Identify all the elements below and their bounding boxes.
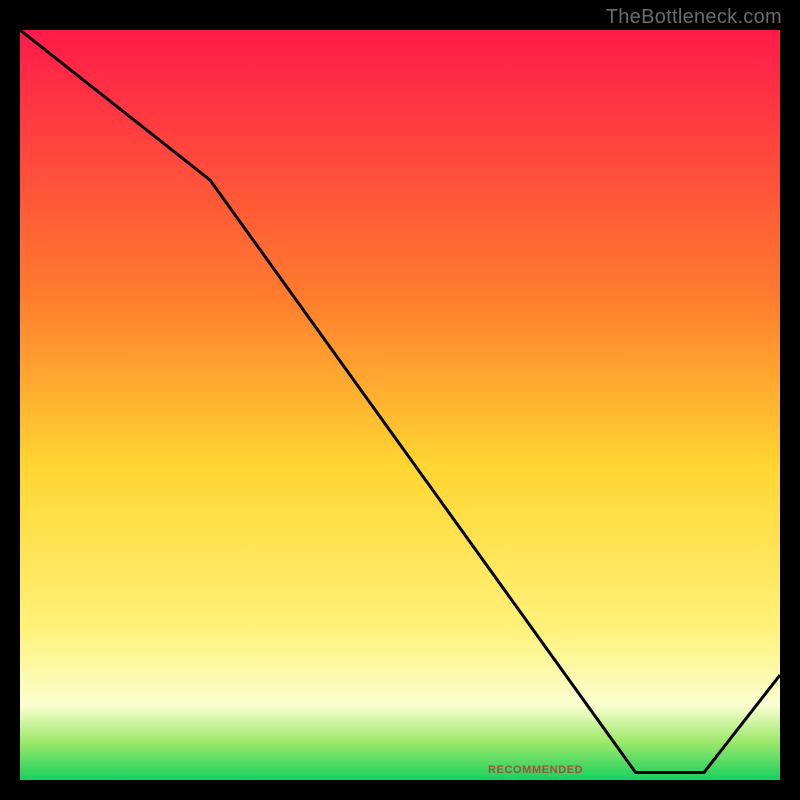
chart-frame: TheBottleneck.com RECOMMENDED <box>0 0 800 800</box>
recommended-label: RECOMMENDED <box>488 764 583 776</box>
attribution-link[interactable]: TheBottleneck.com <box>606 6 782 29</box>
plot-svg <box>20 30 780 780</box>
gradient-background <box>20 30 780 780</box>
plot-area <box>20 30 780 780</box>
